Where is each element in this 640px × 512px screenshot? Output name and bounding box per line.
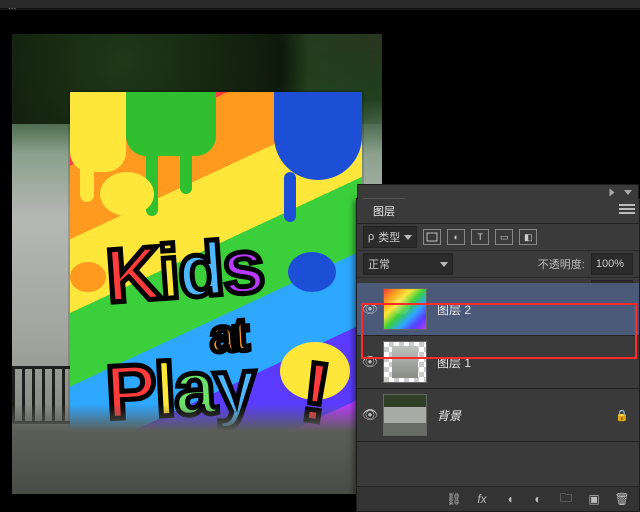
- tab-layers[interactable]: 图层: [363, 198, 405, 223]
- opacity-input[interactable]: 100%: [591, 253, 633, 275]
- photoshop-window: ... 芝 art Kids at Play !: [0, 0, 640, 512]
- layer-name[interactable]: 图层 1: [437, 354, 471, 371]
- group-icon[interactable]: 🗀: [557, 490, 575, 508]
- link-layers-icon[interactable]: ⛓: [445, 490, 463, 508]
- new-layer-icon[interactable]: ▣: [585, 490, 603, 508]
- filter-kind-select[interactable]: ρ类型: [363, 226, 417, 248]
- menu-item[interactable]: ...: [0, 3, 24, 10]
- filter-pixel-icon[interactable]: [423, 229, 441, 245]
- layer-name[interactable]: 背景: [437, 407, 461, 424]
- document-photo: 芝 art Kids at Play !: [12, 34, 382, 494]
- panel-footer: ⛓ fx ◖ ◐ 🗀 ▣ 🗑: [357, 486, 639, 511]
- poster-word-kids: Kids: [103, 223, 265, 321]
- bike-graphic: [52, 422, 192, 482]
- layer-thumb[interactable]: [383, 394, 427, 436]
- poster-overlay: Kids at Play !: [70, 92, 362, 482]
- adjustment-icon[interactable]: ◐: [529, 490, 547, 508]
- menubar[interactable]: ...: [0, 0, 640, 9]
- layer-row-bg[interactable]: 👁 背景 🔒: [357, 389, 639, 442]
- lock-icon: 🔒: [615, 409, 629, 422]
- layers-panel: 图层 ρ类型 ◐ T ▭ ◧ 正常 不透明度: 100% 锁定: ▦ ✎: [356, 198, 640, 512]
- layer-name[interactable]: 图层 2: [437, 301, 471, 318]
- layers-list: 👁 图层 2 👁 图层 1 👁 背景 🔒: [357, 283, 639, 487]
- panel-header-controls: [357, 184, 639, 199]
- chevron-down-icon: [440, 262, 448, 267]
- filter-smart-icon[interactable]: ◧: [519, 229, 537, 245]
- filter-shape-icon[interactable]: ▭: [495, 229, 513, 245]
- filter-adjust-icon[interactable]: ◐: [447, 229, 465, 245]
- trash-icon[interactable]: 🗑: [613, 490, 631, 508]
- panel-menu-icon[interactable]: [619, 204, 635, 216]
- poster-word-play: Play: [104, 342, 257, 437]
- visibility-eye-icon[interactable]: 👁: [357, 407, 383, 423]
- visibility-eye-icon[interactable]: 👁: [357, 301, 383, 317]
- layer-row-1[interactable]: 👁 图层 1: [357, 336, 639, 389]
- blend-row: 正常 不透明度: 100%: [357, 251, 639, 278]
- blend-mode-select[interactable]: 正常: [363, 253, 453, 275]
- panel-tabs: 图层: [357, 199, 639, 224]
- layer-thumb[interactable]: [383, 288, 427, 330]
- collapse-down-icon[interactable]: [624, 190, 632, 195]
- opacity-label: 不透明度:: [538, 256, 585, 272]
- visibility-eye-icon[interactable]: 👁: [357, 354, 383, 370]
- layer-row-2[interactable]: 👁 图层 2: [357, 283, 639, 336]
- filter-type-icon[interactable]: T: [471, 229, 489, 245]
- filter-row: ρ类型 ◐ T ▭ ◧: [357, 224, 639, 251]
- fx-icon[interactable]: fx: [473, 490, 491, 508]
- mask-icon[interactable]: ◖: [501, 490, 519, 508]
- collapse-left-icon[interactable]: [610, 188, 615, 196]
- chevron-down-icon: [404, 235, 412, 240]
- layer-thumb[interactable]: [383, 341, 427, 383]
